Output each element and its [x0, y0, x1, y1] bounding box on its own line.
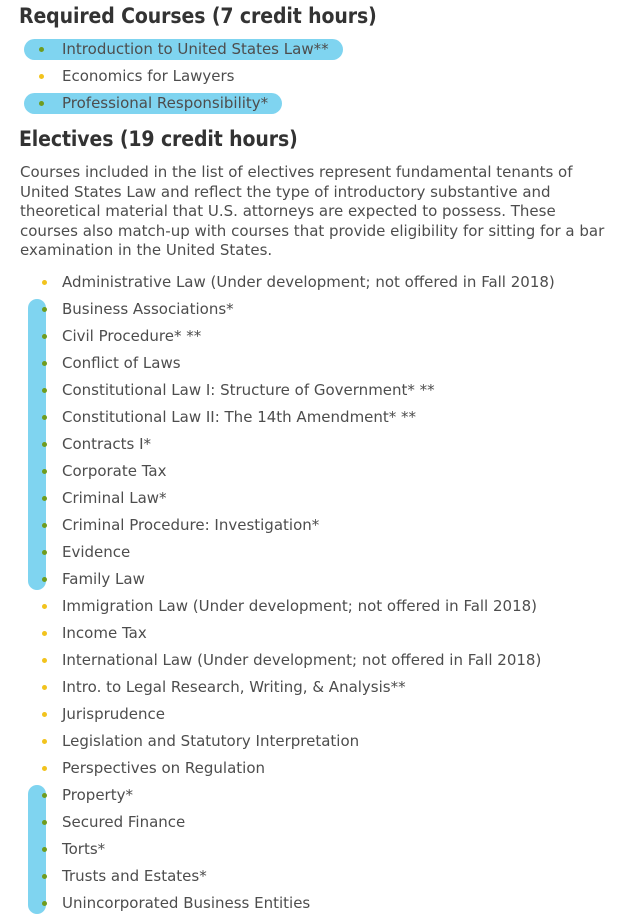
elective-course-item[interactable]: Legislation and Statutory Interpretation	[22, 728, 616, 755]
course-label: Torts*	[62, 839, 106, 858]
course-label: Administrative Law (Under development; n…	[62, 272, 555, 291]
course-label: Trusts and Estates*	[62, 866, 207, 885]
course-label: Income Tax	[62, 623, 147, 642]
course-label: Intro. to Legal Research, Writing, & Ana…	[62, 677, 406, 696]
course-label: Introduction to United States Law**	[62, 40, 329, 58]
bullet-icon	[42, 414, 47, 420]
bullet-icon	[42, 576, 47, 582]
bullet-icon	[42, 792, 47, 798]
bullet-icon	[42, 333, 47, 339]
elective-course-item[interactable]: International Law (Under development; no…	[22, 647, 616, 674]
bullet-icon	[42, 873, 47, 879]
course-label: Secured Finance	[62, 812, 186, 831]
elective-course-item[interactable]: Evidence	[22, 539, 616, 566]
required-course-item[interactable]: Professional Responsibility*	[24, 90, 616, 117]
course-label: Immigration Law (Under development; not …	[62, 596, 538, 615]
bullet-icon	[42, 684, 47, 690]
course-label: Jurisprudence	[62, 704, 166, 723]
course-label: Property*	[62, 785, 133, 804]
required-courses-heading: Required Courses (7 credit hours)	[19, 4, 377, 28]
bullet-icon	[42, 846, 47, 852]
elective-course-item[interactable]: Unincorporated Business Entities	[22, 890, 616, 917]
bullet-icon	[42, 468, 47, 474]
elective-course-item[interactable]: Jurisprudence	[22, 701, 616, 728]
electives-list-container: Administrative Law (Under development; n…	[14, 269, 616, 917]
bullet-icon	[42, 765, 47, 771]
bullet-icon	[42, 630, 47, 636]
elective-course-item[interactable]: Criminal Law*	[22, 485, 616, 512]
bullet-icon	[42, 279, 47, 285]
elective-course-item[interactable]: Conflict of Laws	[22, 350, 616, 377]
course-label: Business Associations*	[62, 299, 234, 318]
elective-course-item[interactable]: Immigration Law (Under development; not …	[22, 593, 616, 620]
elective-course-item[interactable]: Civil Procedure* **	[22, 323, 616, 350]
course-label: Conflict of Laws	[62, 353, 181, 372]
course-label: Civil Procedure* **	[62, 326, 202, 345]
course-label: Contracts I*	[62, 434, 152, 453]
course-label: International Law (Under development; no…	[62, 650, 542, 669]
required-courses-list: Introduction to United States Law** Econo…	[14, 36, 616, 117]
bullet-icon	[39, 74, 44, 79]
bullet-icon	[42, 522, 47, 528]
elective-course-item[interactable]: Income Tax	[22, 620, 616, 647]
elective-course-item[interactable]: Perspectives on Regulation	[22, 755, 616, 782]
elective-course-item[interactable]: Property*	[22, 782, 616, 809]
bullet-icon	[42, 711, 47, 717]
bullet-icon	[42, 603, 47, 609]
course-label: Perspectives on Regulation	[62, 758, 266, 777]
elective-course-item[interactable]: Business Associations*	[22, 296, 616, 323]
electives-course-list: Administrative Law (Under development; n…	[22, 269, 616, 917]
course-label: Unincorporated Business Entities	[62, 893, 311, 912]
course-label: Criminal Procedure: Investigation*	[62, 515, 320, 534]
required-course-item[interactable]: Introduction to United States Law**	[24, 36, 616, 63]
elective-course-item[interactable]: Administrative Law (Under development; n…	[22, 269, 616, 296]
bullet-icon	[39, 47, 44, 52]
elective-course-item[interactable]: Trusts and Estates*	[22, 863, 616, 890]
electives-intro-paragraph: Courses included in the list of elective…	[20, 163, 605, 260]
course-catalog-page: Required Courses (7 credit hours) Introd…	[0, 0, 630, 915]
course-label: Economics for Lawyers	[62, 67, 235, 85]
elective-course-item[interactable]: Constitutional Law II: The 14th Amendmen…	[22, 404, 616, 431]
bullet-icon	[42, 549, 47, 555]
elective-course-item[interactable]: Corporate Tax	[22, 458, 616, 485]
bullet-icon	[42, 387, 47, 393]
course-label: Family Law	[62, 569, 145, 588]
elective-course-item[interactable]: Torts*	[22, 836, 616, 863]
required-course-item[interactable]: Economics for Lawyers	[24, 63, 616, 90]
bullet-icon	[42, 900, 47, 906]
course-label: Criminal Law*	[62, 488, 167, 507]
bullet-icon	[42, 495, 47, 501]
elective-course-item[interactable]: Secured Finance	[22, 809, 616, 836]
bullet-icon	[42, 441, 47, 447]
bullet-icon	[39, 101, 44, 106]
bullet-icon	[42, 657, 47, 663]
elective-course-item[interactable]: Family Law	[22, 566, 616, 593]
elective-course-item[interactable]: Contracts I*	[22, 431, 616, 458]
course-label: Professional Responsibility*	[62, 94, 269, 112]
bullet-icon	[42, 360, 47, 366]
course-label: Legislation and Statutory Interpretation	[62, 731, 360, 750]
course-label: Evidence	[62, 542, 131, 561]
elective-course-item[interactable]: Constitutional Law I: Structure of Gover…	[22, 377, 616, 404]
bullet-icon	[42, 306, 47, 312]
course-label: Corporate Tax	[62, 461, 167, 480]
bullet-icon	[42, 819, 47, 825]
elective-course-item[interactable]: Intro. to Legal Research, Writing, & Ana…	[22, 674, 616, 701]
course-label: Constitutional Law II: The 14th Amendmen…	[62, 407, 417, 426]
electives-heading: Electives (19 credit hours)	[19, 127, 298, 151]
elective-course-item[interactable]: Criminal Procedure: Investigation*	[22, 512, 616, 539]
bullet-icon	[42, 738, 47, 744]
course-label: Constitutional Law I: Structure of Gover…	[62, 380, 435, 399]
